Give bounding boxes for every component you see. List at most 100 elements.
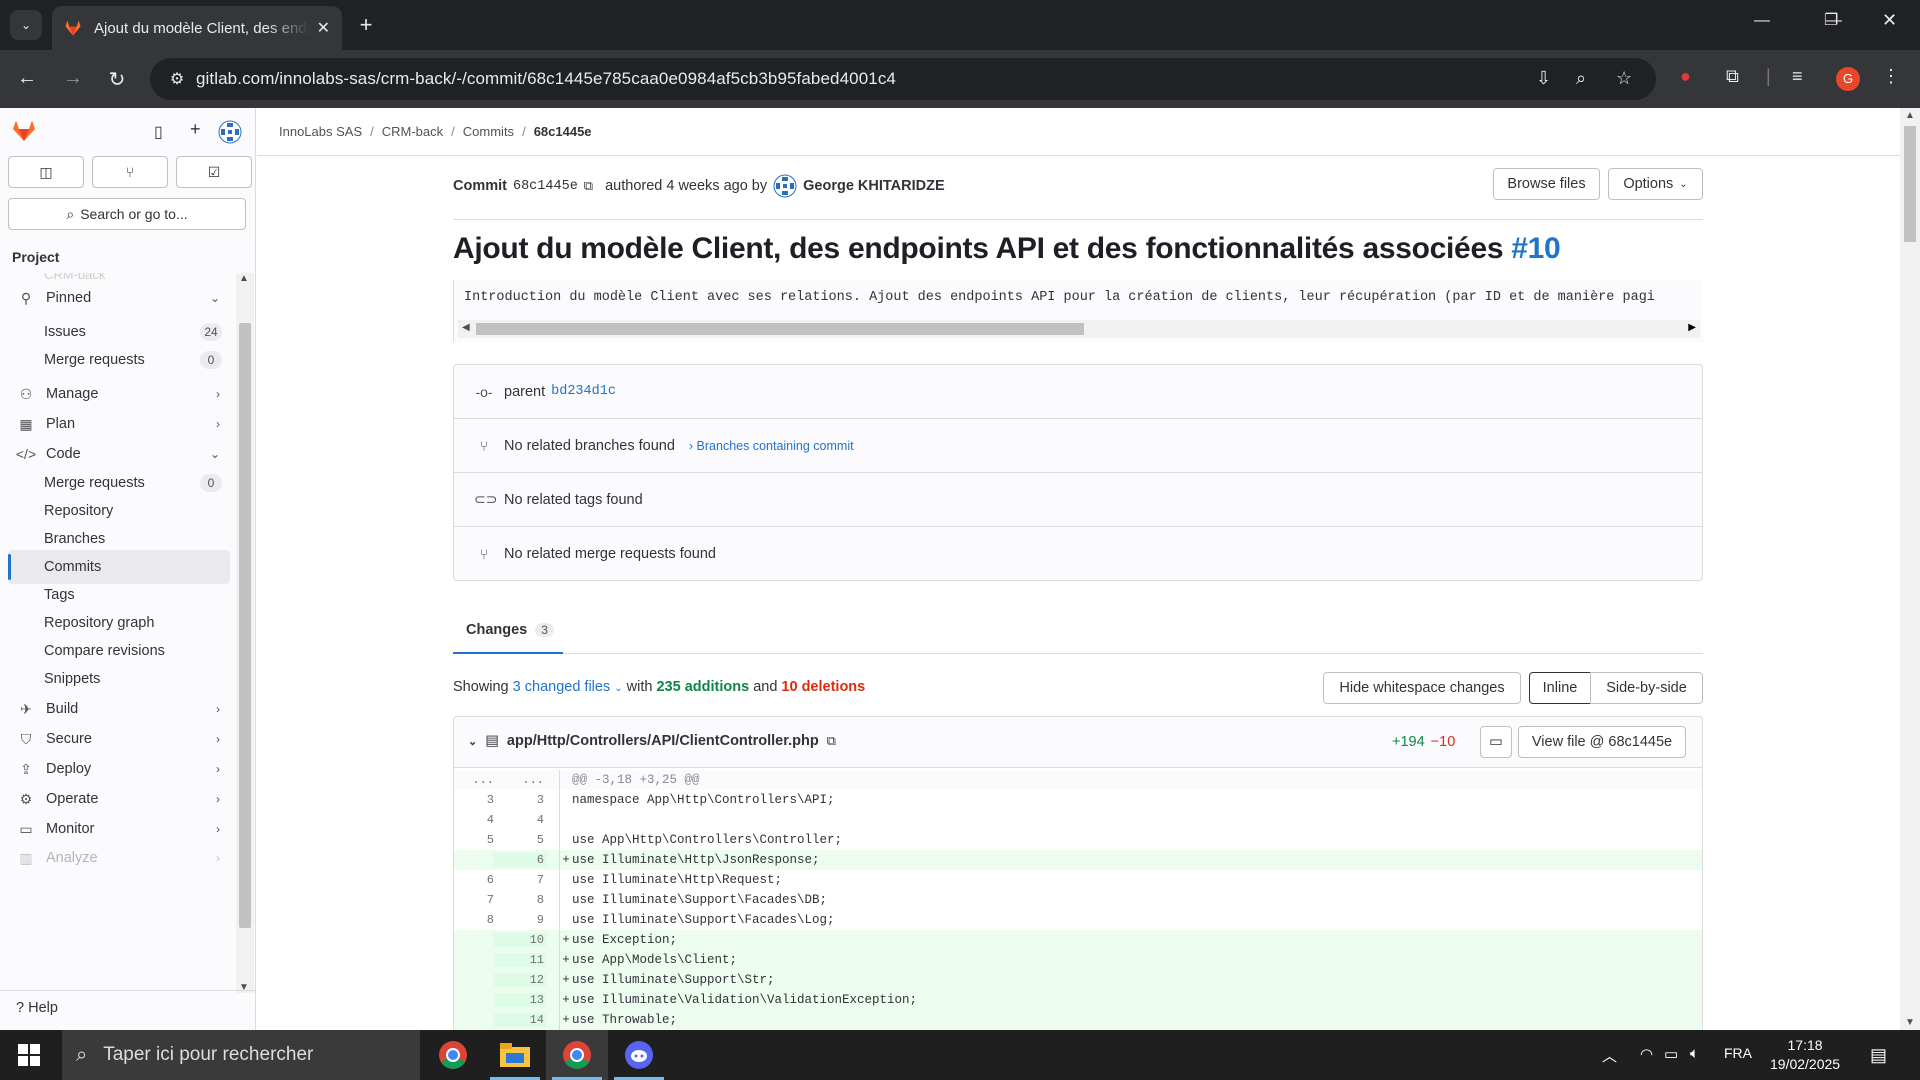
merge-requests-button[interactable]: ⑂ — [92, 156, 168, 188]
new-line-number[interactable]: 4 — [494, 813, 546, 827]
options-dropdown[interactable]: Options ⌄ — [1608, 168, 1703, 200]
sidebar-item-analyze[interactable]: ▥ Analyze › — [8, 841, 230, 875]
taskbar-search[interactable]: ⌕ Taper ici pour rechercher — [62, 1030, 420, 1080]
tab-search-button[interactable]: ⌄ — [10, 10, 42, 40]
zoom-icon[interactable]: ⌕ — [1576, 68, 1586, 89]
scroll-down-icon[interactable]: ▼ — [239, 982, 249, 993]
sidebar-item-operate[interactable]: ⚙ Operate › — [8, 782, 230, 816]
network-icon[interactable]: ◠ — [1640, 1045, 1653, 1063]
user-avatar[interactable] — [218, 120, 242, 144]
sidebar-item-manage[interactable]: ⚇ Manage › — [8, 377, 230, 411]
old-line-number[interactable]: 4 — [454, 813, 494, 827]
profile-avatar[interactable]: G — [1836, 67, 1860, 91]
scroll-down-icon[interactable]: ▼ — [1905, 1017, 1915, 1028]
diff-line[interactable]: 5 5 use App\Http\Controllers\Controller; — [454, 830, 1702, 850]
sidebar-item-merge-requests[interactable]: Merge requests 0 — [8, 343, 230, 377]
diff-line-added[interactable]: 10 + use Exception; — [454, 930, 1702, 950]
sidebar-scrollbar[interactable]: ▲ ▼ — [236, 273, 254, 993]
chrome-app-icon[interactable] — [422, 1030, 484, 1080]
site-info-icon[interactable]: ⚙ — [162, 69, 192, 89]
sidebar-item-deploy[interactable]: ⇪ Deploy › — [8, 752, 230, 786]
old-line-number[interactable]: 3 — [454, 793, 494, 807]
author-name[interactable]: George KHITARIDZE — [803, 178, 945, 194]
description-scrollbar[interactable]: ◀ ▶ — [458, 320, 1700, 338]
breadcrumb-commit[interactable]: 68c1445e — [534, 124, 592, 139]
create-new-icon[interactable]: + — [190, 119, 201, 140]
battery-icon[interactable]: ▭ — [1664, 1045, 1678, 1063]
scrollbar-thumb[interactable] — [476, 323, 1084, 335]
diff-line-added[interactable]: 14 + use Throwable; — [454, 1010, 1702, 1030]
comment-button[interactable]: ▭ — [1480, 726, 1512, 758]
browser-tab[interactable]: Ajout du modèle Client, des endpoints AP… — [52, 6, 342, 50]
url-text[interactable]: gitlab.com/innolabs-sas/crm-back/-/commi… — [196, 69, 896, 89]
back-icon[interactable]: ← — [14, 67, 40, 90]
copy-path-icon[interactable]: ⧉ — [827, 733, 836, 749]
file-explorer-icon[interactable] — [484, 1030, 546, 1080]
hide-whitespace-button[interactable]: Hide whitespace changes — [1323, 672, 1521, 704]
restore-icon[interactable]: ❐ — [1824, 10, 1838, 30]
view-file-button[interactable]: View file @ 68c1445e — [1518, 726, 1686, 758]
page-scrollbar[interactable]: ▲ ▼ — [1900, 108, 1920, 1030]
author-avatar[interactable] — [773, 174, 797, 198]
scrollbar-thumb[interactable] — [1904, 126, 1916, 242]
new-line-number[interactable]: 11 — [494, 953, 546, 967]
diff-line[interactable]: 6 7 use Illuminate\Http\Request; — [454, 870, 1702, 890]
new-line-number[interactable]: 14 — [494, 1013, 546, 1027]
old-line-number[interactable]: 5 — [454, 833, 494, 847]
old-line-number[interactable]: 6 — [454, 873, 494, 887]
diff-line-added[interactable]: 6 + use Illuminate\Http\JsonResponse; — [454, 850, 1702, 870]
breadcrumb-project[interactable]: CRM-back — [382, 124, 443, 139]
copy-sha-icon[interactable]: ⧉ — [584, 178, 593, 194]
new-line-number[interactable]: ... — [494, 773, 546, 787]
side-by-side-button[interactable]: Side-by-side — [1590, 672, 1703, 704]
tab-close-icon[interactable]: ✕ — [317, 18, 330, 38]
sidebar-item-secure[interactable]: ⛉ Secure › — [8, 722, 230, 756]
changed-files-dropdown[interactable]: 3 changed files ⌄ — [513, 679, 623, 695]
diff-line-added[interactable]: 12 + use Illuminate\Support\Str; — [454, 970, 1702, 990]
new-line-number[interactable]: 9 — [494, 913, 546, 927]
install-app-icon[interactable]: ⇩ — [1536, 68, 1551, 89]
branches-containing-link[interactable]: › Branches containing commit — [689, 439, 854, 453]
scroll-left-icon[interactable]: ◀ — [462, 322, 470, 333]
discord-app-icon[interactable] — [608, 1030, 670, 1080]
diff-hunk-header[interactable]: ...... @@ -3,18 +3,25 @@ — [454, 770, 1702, 790]
forward-icon[interactable]: → — [60, 67, 86, 90]
breadcrumb-commits[interactable]: Commits — [463, 124, 514, 139]
new-line-number[interactable]: 10 — [494, 933, 546, 947]
breadcrumb-group[interactable]: InnoLabs SAS — [279, 124, 362, 139]
collapse-file-icon[interactable]: ⌄ — [468, 735, 477, 748]
new-line-number[interactable]: 5 — [494, 833, 546, 847]
search-button[interactable]: ⌕ Search or go to... — [8, 198, 246, 230]
old-line-number[interactable]: ... — [454, 773, 494, 787]
new-line-number[interactable]: 3 — [494, 793, 546, 807]
assigned-issues-button[interactable]: ◫ — [8, 156, 84, 188]
language-indicator[interactable]: FRA — [1724, 1045, 1752, 1061]
notifications-icon[interactable]: ▤ — [1870, 1045, 1887, 1066]
diff-line-added[interactable]: 13 + use Illuminate\Validation\ValidationE… — [454, 990, 1702, 1010]
diff-line[interactable]: 8 9 use Illuminate\Support\Facades\Log; — [454, 910, 1702, 930]
diff-line[interactable]: 7 8 use Illuminate\Support\Facades\DB; — [454, 890, 1702, 910]
extension-icon[interactable]: ● — [1680, 66, 1691, 87]
new-line-number[interactable]: 13 — [494, 993, 546, 1007]
collapse-sidebar-icon[interactable]: ▯ — [154, 122, 163, 142]
sidebar-item-pinned[interactable]: ⚲ Pinned ⌄ — [8, 281, 230, 315]
sidebar-item-snippets[interactable]: Snippets — [8, 662, 230, 696]
parent-sha-link[interactable]: bd234d1c — [551, 384, 616, 399]
diff-line[interactable]: 44 — [454, 810, 1702, 830]
new-tab-button[interactable]: + — [352, 12, 380, 40]
inline-view-button[interactable]: Inline — [1529, 672, 1591, 704]
chrome-menu-icon[interactable]: ⋮ — [1882, 66, 1900, 87]
new-line-number[interactable]: 8 — [494, 893, 546, 907]
close-window-icon[interactable]: ✕ — [1882, 10, 1897, 31]
sidebar-item-build[interactable]: ✈ Build › — [8, 692, 230, 726]
minimize-icon[interactable]: — — [1754, 12, 1770, 30]
reload-icon[interactable]: ↻ — [104, 67, 130, 92]
browse-files-button[interactable]: Browse files — [1493, 168, 1600, 200]
sidebar-item-plan[interactable]: ▦ Plan › — [8, 407, 230, 441]
old-line-number[interactable]: 8 — [454, 913, 494, 927]
volume-icon[interactable]: 🔈︎ — [1690, 1045, 1699, 1062]
new-line-number[interactable]: 6 — [494, 853, 546, 867]
new-line-number[interactable]: 7 — [494, 873, 546, 887]
todos-button[interactable]: ☑ — [176, 156, 252, 188]
tab-changes[interactable]: Changes 3 — [453, 608, 563, 654]
